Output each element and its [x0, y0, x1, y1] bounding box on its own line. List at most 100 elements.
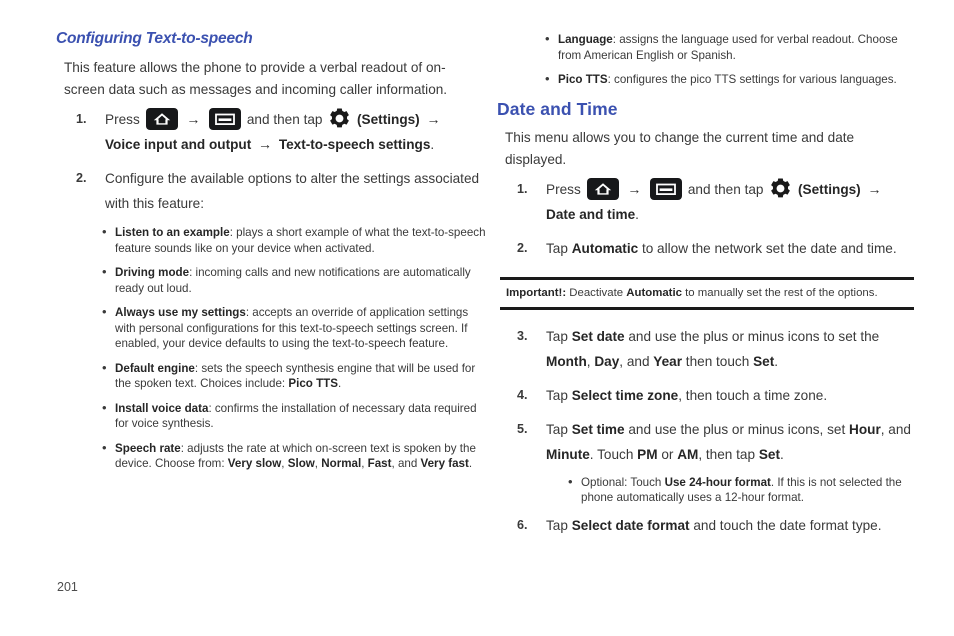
menu-path-voice-input: Voice input and output [105, 137, 252, 153]
step-number: 1. [76, 112, 87, 127]
step-text: , then tap [698, 446, 759, 462]
left-column: Configuring Text-to-speech This feature … [56, 30, 486, 481]
option-value-pico-tts: Pico TTS [288, 377, 338, 391]
gear-icon [769, 177, 792, 200]
step-text: and touch the date format type. [689, 517, 882, 533]
button-pm: PM [637, 446, 658, 462]
step-number: 1. [517, 181, 528, 196]
settings-label: (Settings) [357, 112, 420, 128]
sentence-period: . [779, 446, 784, 462]
bullet-dot: • [545, 71, 550, 86]
step-item: 5. Tap Set time and use the plus or minu… [497, 417, 917, 506]
step-number: 2. [517, 240, 528, 255]
list-item: • Always use my settings: accepts an ove… [102, 304, 486, 352]
home-icon [586, 177, 619, 200]
bullet-dot: • [102, 264, 107, 280]
option-term: Listen to an example [115, 226, 230, 240]
intro-paragraph-date-and-time: This menu allows you to change the curre… [505, 129, 855, 167]
important-label: Important!: [506, 286, 567, 299]
bullet-dot: • [568, 473, 573, 489]
step-text: Tap [546, 328, 572, 344]
step-text: and use the plus or minus icons to set t… [624, 328, 880, 344]
speech-rate-option: Very slow [227, 457, 282, 471]
bullet-dot: • [102, 224, 107, 240]
bullet-dot: • [102, 359, 107, 375]
list-item: • Speech rate: adjusts the rate at which… [102, 439, 476, 471]
menu-item-set-time: Set time [571, 421, 625, 437]
field-minute: Minute [546, 446, 590, 462]
manual-page: Configuring Text-to-speech This feature … [0, 0, 954, 636]
step-text: Configure the available options to alter… [105, 171, 480, 212]
arrow-icon: → [186, 111, 201, 128]
steps-list-text-to-speech: 1. Press → and then tap (Settings) → Voi… [56, 107, 486, 216]
list-item: • Pico TTS: configures the pico TTS sett… [545, 71, 917, 88]
settings-label: (Settings) [798, 181, 861, 197]
important-callout-text: Important!: Deactivate Automatic to manu… [500, 285, 914, 302]
list-item: • Default engine: sets the speech synthe… [102, 359, 486, 392]
field-day: Day [594, 353, 620, 369]
arrow-icon: → [258, 136, 273, 153]
field-year: Year [653, 353, 683, 369]
step-text-press: Press [105, 112, 140, 128]
list-item: • Optional: Touch Use 24-hour format. If… [568, 473, 917, 506]
option-term: Always use my settings [115, 306, 246, 320]
sentence-period: . [430, 137, 435, 153]
step-text: , and [619, 353, 654, 369]
menu-icon [209, 108, 242, 131]
step-text: or [657, 446, 678, 462]
sentence-period: . [774, 353, 778, 369]
step-text: and use the plus or minus icons, set [624, 421, 850, 437]
step-item: 1. Press → and then tap [497, 177, 917, 227]
step-text: Tap [546, 387, 572, 403]
step-text: to allow the network set the date and ti… [638, 240, 897, 256]
button-set: Set [753, 353, 775, 369]
step-text: , then touch a time zone. [678, 387, 828, 403]
arrow-icon: → [426, 111, 441, 128]
menu-item-select-date-format: Select date format [571, 517, 690, 533]
optional-text: Optional: Touch [581, 475, 665, 489]
option-term: Speech rate [115, 441, 181, 455]
step-item: 1. Press → and then tap [56, 107, 486, 157]
important-callout: Important!: Deactivate Automatic to manu… [500, 276, 914, 310]
bullet-dot: • [102, 304, 107, 320]
step-text-press: Press [546, 181, 581, 197]
options-bullet-list: • Listen to an example: plays a short ex… [102, 224, 486, 472]
speech-rate-option: Normal [321, 457, 362, 471]
speech-rate-option: Slow [287, 457, 315, 471]
home-icon [145, 108, 178, 131]
menu-item-set-date: Set date [571, 328, 625, 344]
field-hour: Hour [849, 421, 881, 437]
step-item: 2. Tap Automatic to allow the network se… [497, 236, 917, 261]
step-item: 3. Tap Set date and use the plus or minu… [497, 324, 917, 374]
step-text: then touch [682, 353, 754, 369]
bullet-dot: • [545, 31, 550, 46]
steps-list-date-and-time-continued: 3. Tap Set date and use the plus or minu… [497, 324, 917, 538]
speech-rate-option: Very fast [420, 457, 469, 471]
arrow-icon: → [627, 180, 642, 197]
list-item: • Language: assigns the language used fo… [545, 31, 917, 63]
gear-icon [328, 107, 351, 130]
step-number: 5. [517, 421, 528, 436]
menu-path-date-and-time: Date and time [546, 206, 636, 222]
menu-path-tts-settings: Text-to-speech settings [278, 137, 431, 153]
step-text: . Touch [589, 446, 638, 462]
sentence-period: . [635, 206, 639, 222]
step-item: 6. Tap Select date format and touch the … [497, 513, 917, 538]
step-item: 2. Configure the available options to al… [56, 166, 486, 216]
step-text-then-tap: and then tap [687, 181, 764, 197]
list-item: • Driving mode: incoming calls and new n… [102, 264, 486, 296]
step-number: 4. [517, 387, 528, 402]
menu-item-select-time-zone: Select time zone [571, 387, 679, 403]
step-text-then-tap: and then tap [246, 112, 323, 128]
step-text: , and [880, 421, 911, 437]
arrow-icon: → [867, 180, 882, 197]
option-description: : configures the pico TTS settings for v… [607, 73, 897, 86]
step-number: 3. [517, 328, 528, 343]
step-text: Tap [546, 421, 572, 437]
bullet-dot: • [102, 439, 107, 455]
option-term: Default engine [115, 361, 195, 375]
optional-bullet-list: • Optional: Touch Use 24-hour format. If… [568, 473, 917, 506]
step-text: Tap [546, 517, 572, 533]
sentence-period: . [337, 377, 342, 391]
sentence-period: . [468, 457, 473, 471]
